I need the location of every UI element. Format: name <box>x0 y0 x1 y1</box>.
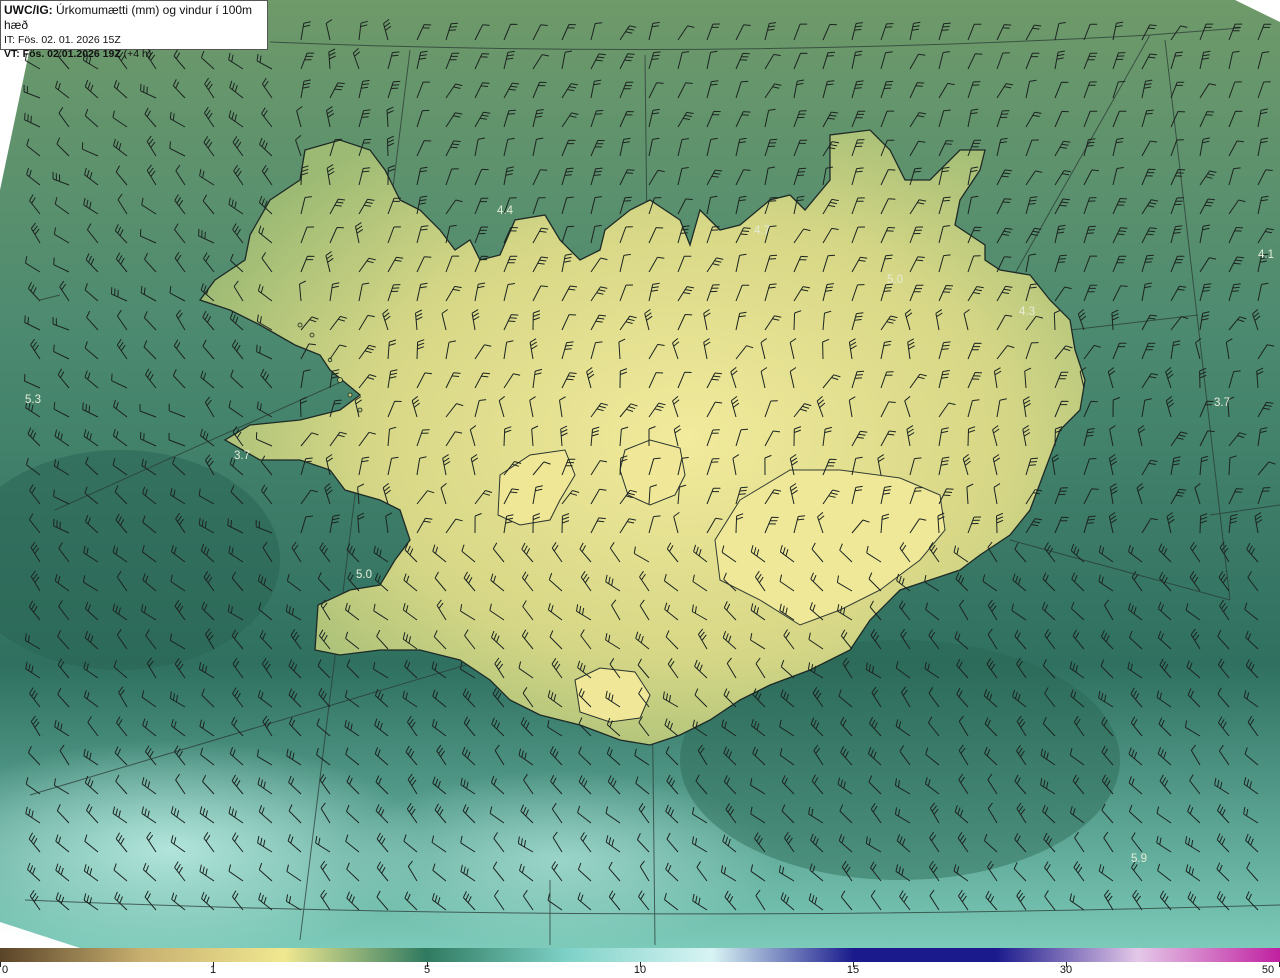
value-label: 5.0 <box>887 274 903 286</box>
initial-time: IT: Fös. 02. 01. 2026 15Z <box>4 34 121 46</box>
colorbar-tick-label: 1 <box>209 964 217 976</box>
value-label: 5.3 <box>25 394 41 406</box>
valid-time: VT: Fös. 02.01.2026 19Z <box>4 48 121 60</box>
colorbar-tick-label: 5 <box>423 964 431 976</box>
value-label: 4.1 <box>1258 249 1274 261</box>
product-code: UWC/IG: <box>4 3 53 17</box>
value-label: 3.7 <box>234 450 250 462</box>
colorbar-tick-label: 0 <box>1 964 9 976</box>
value-label: 4.7 <box>754 225 770 237</box>
colorbar-tick <box>0 962 1 967</box>
colorbar-tick-label: 10 <box>633 964 647 976</box>
value-label: 4.4 <box>497 205 514 217</box>
map-info-box: UWC/IG: Úrkomumætti (mm) og vindur í 100… <box>0 0 268 60</box>
colorbar-strip <box>0 948 1280 962</box>
colorbar-legend: 0 1 5 10 15 30 50 <box>0 948 1280 978</box>
colorbar-tick-label: 30 <box>1059 964 1073 976</box>
value-label: 4.3 <box>1019 306 1035 318</box>
colorbar-tick-label: 15 <box>846 964 860 976</box>
colorbar-tick-label: 50 <box>1261 964 1275 976</box>
forecast-map: 5.3 3.7 4.4 4.7 5.0 4.3 3.7 4.1 5.0 5.9 <box>0 0 1280 948</box>
value-label: 3.7 <box>1214 397 1230 409</box>
value-label: 5.0 <box>356 569 372 581</box>
valid-time-line: VT: Fös. 02.01.2026 19Z (+4 h) <box>4 47 264 61</box>
valid-time-offset: (+4 h) <box>123 48 152 60</box>
value-label: 5.9 <box>1131 853 1147 865</box>
glacier-hofsjokull <box>619 439 686 506</box>
title-line: UWC/IG: Úrkomumætti (mm) og vindur í 100… <box>4 3 264 33</box>
